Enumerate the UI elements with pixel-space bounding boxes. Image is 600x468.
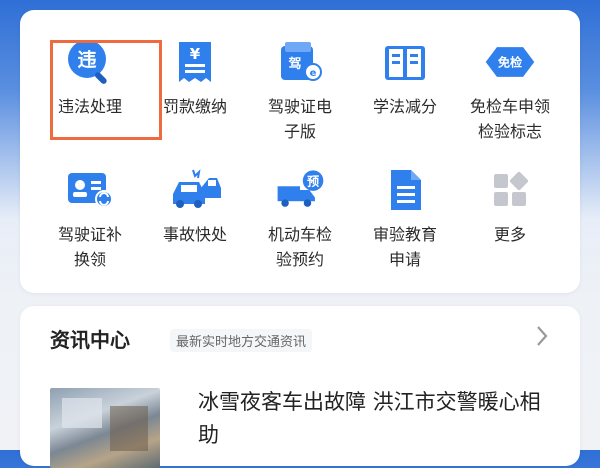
tile-license-renewal[interactable]: 驾驶证补 换领: [35, 160, 145, 280]
tile-label: 驾驶证电 子版: [267, 97, 332, 141]
tile-label: 审验教育 申请: [372, 225, 437, 269]
license-wallet-icon: e 驾: [272, 34, 328, 90]
more-grid-icon: [482, 162, 538, 218]
news-section-title: 资讯中心: [50, 328, 130, 352]
exempt-badge-icon: 免检: [482, 34, 538, 90]
tile-accident-quick[interactable]: 事故快处: [140, 160, 250, 280]
tile-exempt-vehicle[interactable]: 免检 免检车申领 检验标志: [455, 32, 565, 152]
tile-inspection-booking[interactable]: 预 机动车检 验预约: [245, 160, 355, 280]
tile-label: 学法减分: [372, 97, 437, 116]
tile-label: 免检车申领 检验标志: [469, 97, 550, 141]
tile-more[interactable]: 更多: [455, 160, 565, 280]
license-renew-icon: [62, 162, 118, 218]
news-headline[interactable]: 冰雪夜客车出故障 洪江市交警暖心相助: [198, 386, 558, 452]
svg-text:违: 违: [77, 49, 96, 71]
book-icon: [377, 34, 433, 90]
document-icon: [377, 162, 433, 218]
violation-search-icon: 违: [62, 34, 118, 90]
svg-text:免检: 免检: [498, 55, 523, 70]
tile-e-license[interactable]: e 驾 驾驶证电 子版: [245, 32, 355, 152]
tile-label: 事故快处: [162, 225, 227, 244]
news-thumbnail[interactable]: [50, 388, 160, 468]
svg-text:¥: ¥: [190, 45, 201, 63]
tile-label: 更多: [493, 225, 526, 244]
tile-label: 机动车检 验预约: [267, 225, 332, 269]
tile-fine-payment[interactable]: ¥ 罚款缴纳: [140, 32, 250, 152]
svg-text:驾: 驾: [288, 56, 301, 72]
svg-text:e: e: [310, 68, 317, 79]
truck-booking-icon: 预: [272, 162, 328, 218]
tile-label: 驾驶证补 换领: [57, 225, 122, 269]
tile-study-deduction[interactable]: 学法减分: [350, 32, 460, 152]
chevron-right-icon[interactable]: [530, 324, 554, 348]
tile-label: 罚款缴纳: [162, 97, 227, 116]
tile-education-application[interactable]: 审验教育 申请: [350, 160, 460, 280]
fine-receipt-icon: ¥: [167, 34, 223, 90]
car-accident-icon: [167, 162, 223, 218]
tile-violation-handling[interactable]: 违 违法处理: [35, 32, 145, 152]
news-card: 资讯中心 最新实时地方交通资讯 冰雪夜客车出故障 洪江市交警暖心相助: [20, 306, 580, 468]
services-card: 违 违法处理 ¥ 罚款缴纳 e 驾 驾驶证电 子版 学法减分 免检 免检车申领 …: [20, 10, 580, 293]
news-section-subtitle: 最新实时地方交通资讯: [170, 329, 313, 352]
svg-text:预: 预: [307, 174, 319, 188]
tile-label: 违法处理: [57, 97, 122, 116]
